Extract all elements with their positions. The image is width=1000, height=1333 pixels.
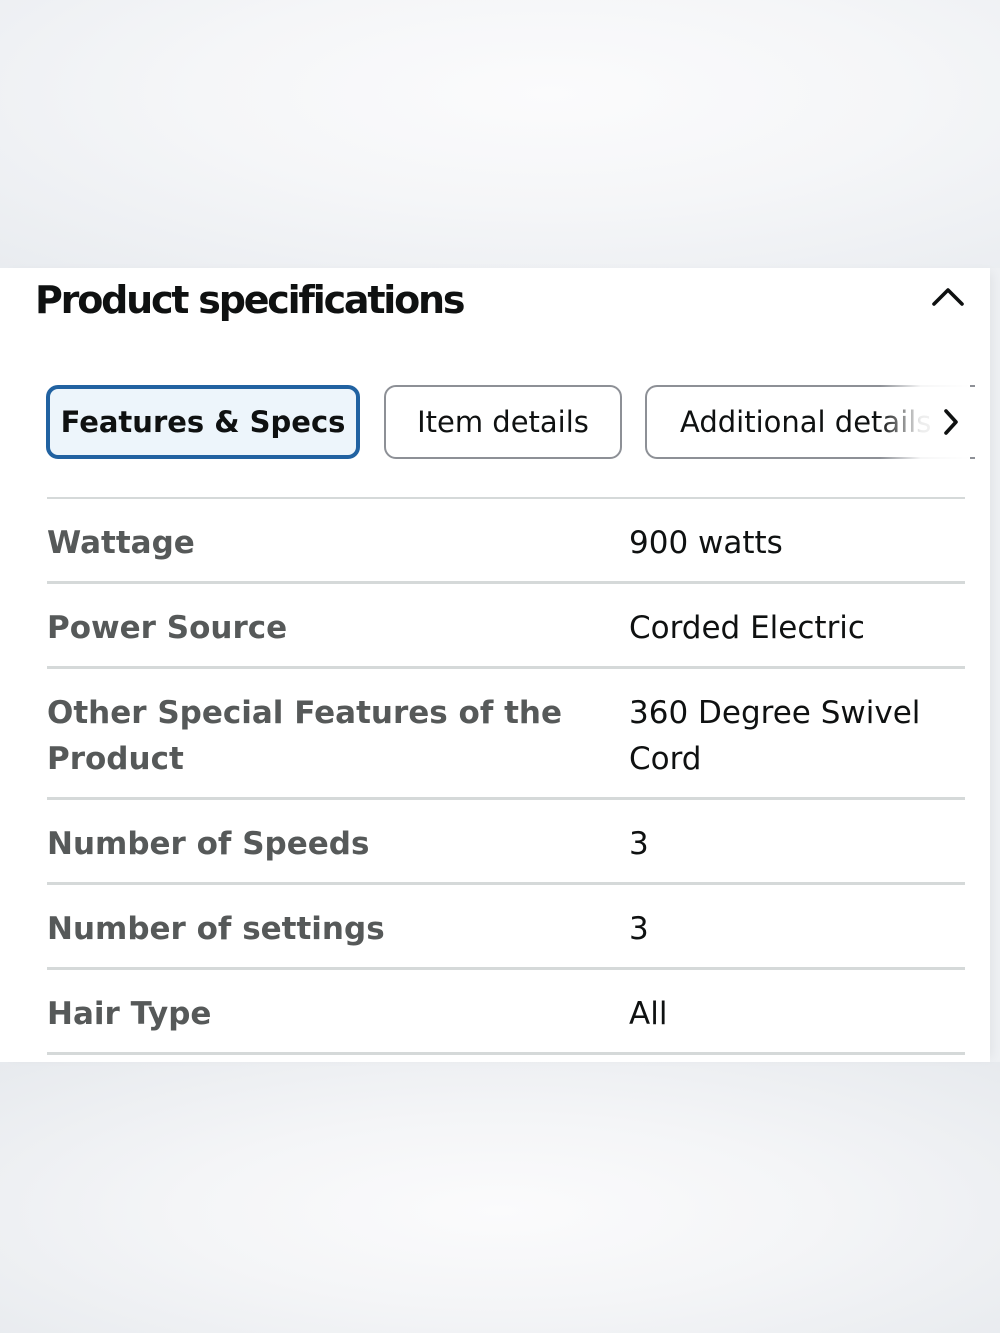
background-bottom	[0, 1062, 1000, 1333]
tab-label: Additional details	[680, 405, 932, 439]
tab-item-details[interactable]: Item details	[384, 385, 622, 459]
tab-label: Features & Specs	[60, 405, 346, 439]
spec-name: Other Special Features of the Product	[47, 695, 563, 777]
spec-row: Wattage 900 watts	[47, 499, 965, 584]
spec-value: 3	[629, 911, 649, 947]
spec-row: Other Special Features of the Product 36…	[47, 669, 965, 800]
spec-row: Number of settings 3	[47, 885, 965, 970]
spec-row: Number of Speeds 3	[47, 800, 965, 885]
chevron-right-icon	[944, 409, 958, 435]
tabs-scroll-right-button[interactable]	[936, 404, 966, 440]
spec-value: 360 Degree Swivel Cord	[629, 695, 921, 777]
background-top	[0, 0, 1000, 268]
tab-label: Item details	[417, 405, 589, 439]
spec-name: Number of settings	[47, 911, 385, 947]
specifications-table: Wattage 900 watts Power Source Corded El…	[47, 497, 965, 1055]
spec-name: Hair Type	[47, 996, 212, 1032]
chevron-up-icon	[932, 288, 964, 306]
spec-row: Hair Type All	[47, 970, 965, 1055]
tab-features-specs[interactable]: Features & Specs	[46, 385, 360, 459]
spec-row: Power Source Corded Electric	[47, 584, 965, 669]
collapse-button[interactable]	[926, 278, 970, 314]
spec-value: All	[629, 996, 668, 1032]
spec-value: 3	[629, 826, 649, 862]
spec-name: Wattage	[47, 525, 195, 561]
spec-value: Corded Electric	[629, 610, 865, 646]
tab-additional-details[interactable]: Additional details	[645, 385, 975, 459]
spec-name: Number of Speeds	[47, 826, 370, 862]
section-title: Product specifications	[35, 278, 466, 322]
spec-name: Power Source	[47, 610, 288, 646]
spec-value: 900 watts	[629, 525, 783, 561]
